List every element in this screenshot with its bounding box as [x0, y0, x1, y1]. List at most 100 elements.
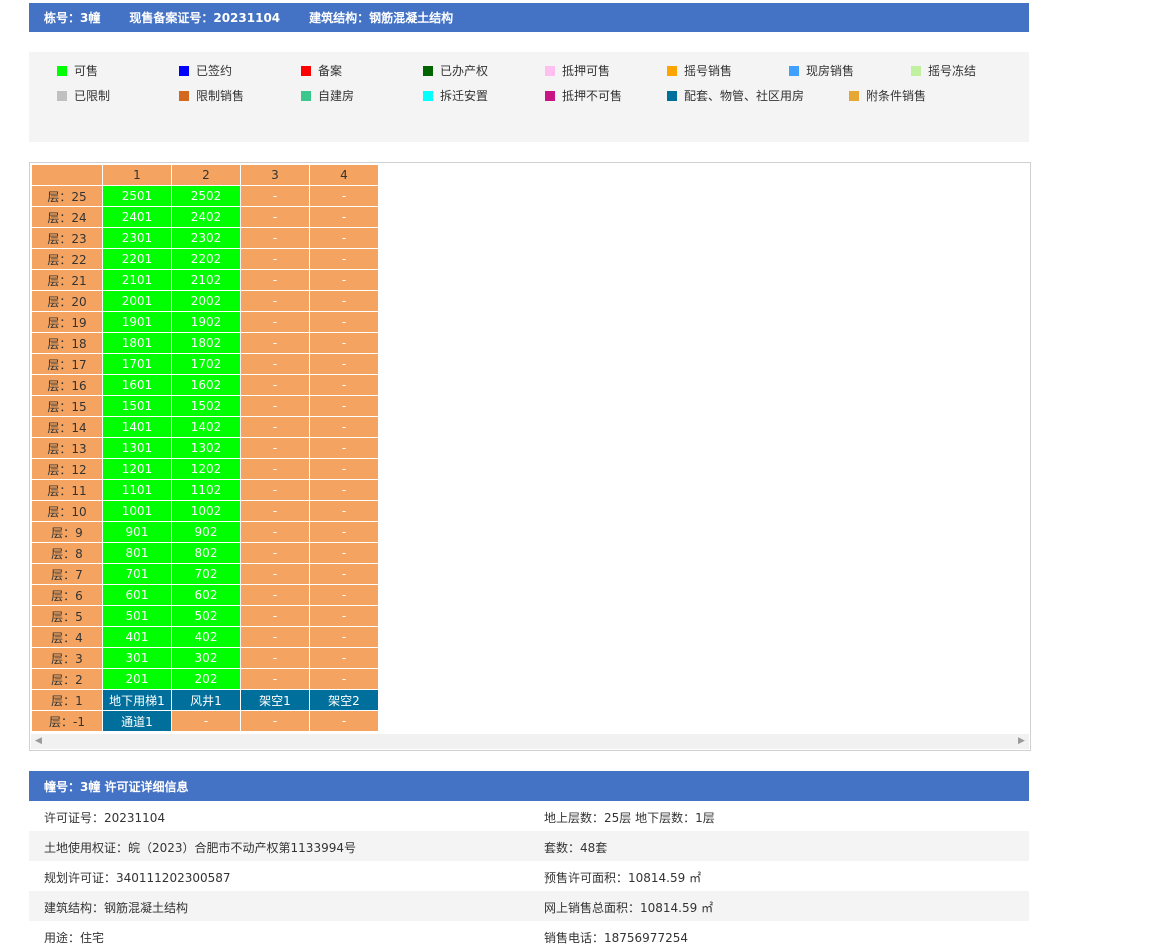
available-unit-cell[interactable]: 1002	[171, 500, 241, 522]
facility-unit-cell[interactable]: 风井1	[171, 689, 241, 711]
available-unit-cell[interactable]: 1701	[102, 353, 172, 375]
horizontal-scrollbar[interactable]: ◀ ▶	[31, 734, 1029, 749]
legend-label: 摇号销售	[684, 64, 733, 78]
scroll-right-icon[interactable]: ▶	[1014, 734, 1029, 749]
available-unit-cell[interactable]: 502	[171, 605, 241, 627]
floor-row: 层：16 1601 1602- -	[31, 374, 379, 396]
floor-row: 层：-1 通道1- - -	[31, 710, 379, 732]
empty-unit-cell: -	[309, 584, 379, 606]
available-unit-cell[interactable]: 1401	[102, 416, 172, 438]
available-unit-cell[interactable]: 1402	[171, 416, 241, 438]
floor-label: 层：12	[31, 458, 103, 480]
available-unit-cell[interactable]: 2501	[102, 185, 172, 207]
floor-label: 层：7	[31, 563, 103, 585]
empty-unit-cell: -	[309, 290, 379, 312]
available-unit-cell[interactable]: 1602	[171, 374, 241, 396]
legend-swatch	[849, 90, 859, 101]
available-unit-cell[interactable]: 1601	[102, 374, 172, 396]
empty-unit-cell: -	[309, 311, 379, 333]
available-unit-cell[interactable]: 2401	[102, 206, 172, 228]
license-info-header: 幢号：3幢 许可证详细信息	[29, 771, 1029, 801]
available-unit-cell[interactable]: 401	[102, 626, 172, 648]
available-unit-cell[interactable]: 1902	[171, 311, 241, 333]
available-unit-cell[interactable]: 802	[171, 542, 241, 564]
available-unit-cell[interactable]: 1901	[102, 311, 172, 333]
available-unit-cell[interactable]: 2301	[102, 227, 172, 249]
empty-unit-cell: -	[240, 479, 310, 501]
floor-label: 层：8	[31, 542, 103, 564]
empty-unit-cell: -	[240, 437, 310, 459]
legend-label: 拆迁安置	[440, 89, 489, 103]
facility-unit-cell[interactable]: 通道1	[102, 710, 172, 732]
available-unit-cell[interactable]: 1202	[171, 458, 241, 480]
available-unit-cell[interactable]: 702	[171, 563, 241, 585]
empty-unit-cell: -	[309, 332, 379, 354]
empty-unit-cell: -	[240, 647, 310, 669]
available-unit-cell[interactable]: 501	[102, 605, 172, 627]
empty-unit-cell: -	[240, 353, 310, 375]
available-unit-cell[interactable]: 402	[171, 626, 241, 648]
available-unit-cell[interactable]: 2302	[171, 227, 241, 249]
legend-label: 摇号冻结	[928, 64, 977, 78]
available-unit-cell[interactable]: 602	[171, 584, 241, 606]
available-unit-cell[interactable]: 1301	[102, 437, 172, 459]
available-unit-cell[interactable]: 1502	[171, 395, 241, 417]
scroll-left-icon[interactable]: ◀	[31, 734, 46, 749]
available-unit-cell[interactable]: 2002	[171, 290, 241, 312]
floor-row: 层：23 2301 2302- -	[31, 227, 379, 249]
available-unit-cell[interactable]: 201	[102, 668, 172, 690]
floor-label: 层：9	[31, 521, 103, 543]
license-info-row: 规划许可证：340111202300587 预售许可面积：10814.59 ㎡	[29, 861, 1029, 891]
available-unit-cell[interactable]: 1802	[171, 332, 241, 354]
available-unit-cell[interactable]: 1001	[102, 500, 172, 522]
available-unit-cell[interactable]: 2102	[171, 269, 241, 291]
available-unit-cell[interactable]: 2101	[102, 269, 172, 291]
available-unit-cell[interactable]: 2202	[171, 248, 241, 270]
license-info-row: 用途：住宅 销售电话：18756977254	[29, 921, 1029, 951]
legend-label: 自建房	[318, 89, 355, 103]
available-unit-cell[interactable]: 2402	[171, 206, 241, 228]
floor-label: 层：11	[31, 479, 103, 501]
floor-label: 层：4	[31, 626, 103, 648]
legend-item: 摇号销售	[667, 62, 732, 79]
available-unit-cell[interactable]: 901	[102, 521, 172, 543]
floor-row: 层：13 1301 1302- -	[31, 437, 379, 459]
facility-unit-cell[interactable]: 架空1	[240, 689, 310, 711]
floor-row: 层：14 1401 1402- -	[31, 416, 379, 438]
floor-label: 层：6	[31, 584, 103, 606]
available-unit-cell[interactable]: 1102	[171, 479, 241, 501]
available-unit-cell[interactable]: 601	[102, 584, 172, 606]
info-left-value: 许可证号：20231104	[44, 811, 166, 825]
floor-row: 层：4 401 402- -	[31, 626, 379, 648]
available-unit-cell[interactable]: 1201	[102, 458, 172, 480]
facility-unit-cell[interactable]: 地下用梯1	[102, 689, 172, 711]
empty-unit-cell: -	[240, 458, 310, 480]
available-unit-cell[interactable]: 701	[102, 563, 172, 585]
available-unit-cell[interactable]: 902	[171, 521, 241, 543]
floor-row: 层：5 501 502- -	[31, 605, 379, 627]
available-unit-cell[interactable]: 1801	[102, 332, 172, 354]
empty-unit-cell: -	[171, 710, 241, 732]
available-unit-cell[interactable]: 801	[102, 542, 172, 564]
available-unit-cell[interactable]: 202	[171, 668, 241, 690]
empty-unit-cell: -	[309, 416, 379, 438]
floor-row: 层：3 301 302- -	[31, 647, 379, 669]
floor-row: 层：7 701 702- -	[31, 563, 379, 585]
available-unit-cell[interactable]: 2502	[171, 185, 241, 207]
available-unit-cell[interactable]: 1501	[102, 395, 172, 417]
available-unit-cell[interactable]: 301	[102, 647, 172, 669]
legend-swatch	[57, 90, 67, 101]
legend-item: 配套、物管、社区用房	[667, 87, 804, 104]
available-unit-cell[interactable]: 1702	[171, 353, 241, 375]
available-unit-cell[interactable]: 1302	[171, 437, 241, 459]
available-unit-cell[interactable]: 2001	[102, 290, 172, 312]
legend-label: 可售	[74, 64, 99, 78]
floor-row: 层：10 1001 1002- -	[31, 500, 379, 522]
available-unit-cell[interactable]: 1101	[102, 479, 172, 501]
facility-unit-cell[interactable]: 架空2	[309, 689, 379, 711]
available-unit-cell[interactable]: 2201	[102, 248, 172, 270]
empty-unit-cell: -	[240, 668, 310, 690]
available-unit-cell[interactable]: 302	[171, 647, 241, 669]
floor-row: 层：11 1101 1102- -	[31, 479, 379, 501]
empty-unit-cell: -	[309, 269, 379, 291]
